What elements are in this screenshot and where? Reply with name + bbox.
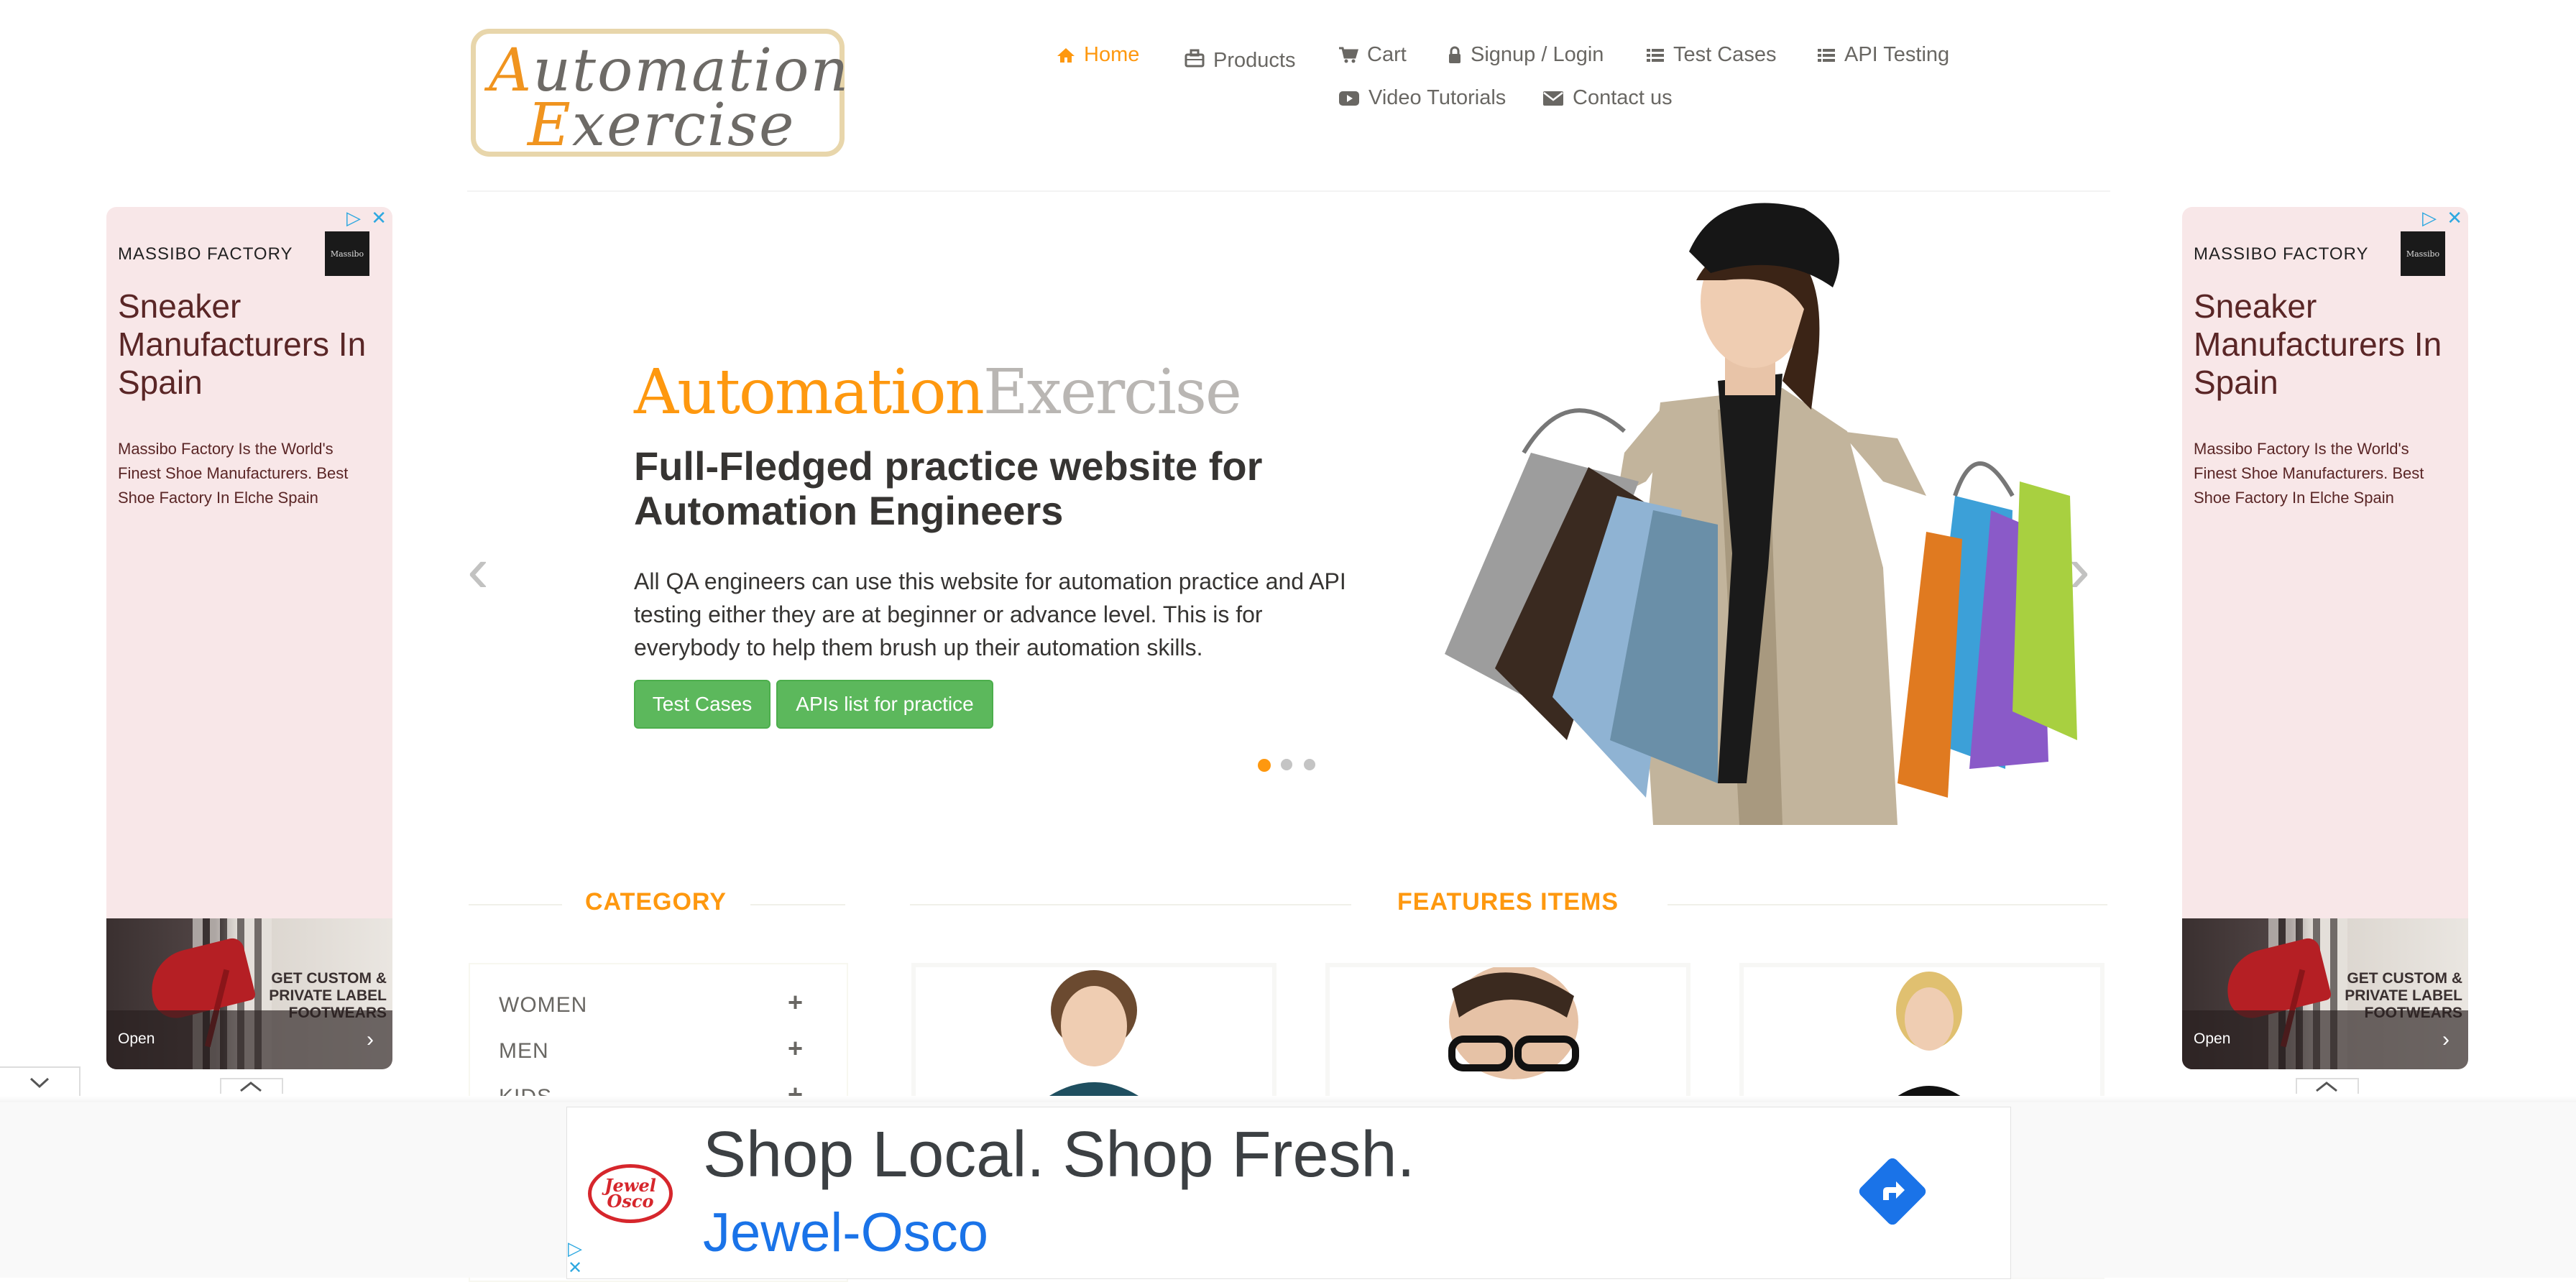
youtube-icon (1339, 91, 1359, 106)
carousel-prev-arrow[interactable]: ‹ (467, 538, 489, 602)
adchoices-icon[interactable]: ▷ (2422, 207, 2437, 229)
ad-brand: MASSIBO FACTORY (2194, 244, 2369, 264)
features-title-line-right (1668, 904, 2107, 905)
chevron-up-icon (240, 1082, 262, 1092)
ad-title[interactable]: Sneaker Manufacturers In Spain (118, 287, 377, 402)
nav-contact-us-label: Contact us (1573, 86, 1673, 109)
anchor-ad-advertiser[interactable]: Jewel-Osco (703, 1202, 988, 1264)
hero-heading: Full-Fledged practice website for Automa… (634, 443, 1263, 533)
features-title-line-left (910, 904, 1351, 905)
ad-brand-logo: Massibo (2401, 231, 2445, 276)
list-icon (1818, 48, 1835, 62)
briefcase-icon (1184, 49, 1205, 67)
carousel-indicator-2[interactable] (1281, 759, 1292, 770)
cart-icon (1339, 47, 1358, 63)
chevron-down-icon (29, 1077, 50, 1089)
close-icon[interactable]: ✕ (371, 207, 387, 229)
home-icon (1057, 47, 1075, 63)
ad-brand: MASSIBO FACTORY (118, 244, 293, 264)
ad-title[interactable]: Sneaker Manufacturers In Spain (2194, 287, 2452, 402)
ad-open-label: Open (2194, 1030, 2231, 1047)
nav-home-label: Home (1084, 43, 1140, 66)
hero-brand-title: AutomationExercise (634, 356, 1242, 428)
expand-ad-tab-right[interactable] (2296, 1078, 2359, 1094)
adchoices-icon[interactable]: ▷ (568, 1237, 582, 1260)
category-men[interactable]: MEN (499, 1039, 549, 1064)
features-title: FEATURES ITEMS (1397, 888, 1619, 916)
nav-test-cases[interactable]: Test Cases (1646, 43, 1776, 67)
nav-cart[interactable]: Cart (1338, 43, 1407, 67)
nav-api-testing-label: API Testing (1844, 43, 1950, 66)
ad-open-bar[interactable]: Open › (106, 1010, 392, 1069)
nav-api-testing[interactable]: API Testing (1817, 43, 1949, 67)
expand-ad-tab-left[interactable] (220, 1078, 283, 1094)
nav-contact-us[interactable]: Contact us (1542, 86, 1673, 110)
category-women[interactable]: WOMEN (499, 993, 587, 1018)
apis-list-button[interactable]: APIs list for practice (776, 680, 993, 729)
close-icon[interactable]: ✕ (568, 1258, 582, 1278)
nav-video-tutorials[interactable]: Video Tutorials (1338, 86, 1506, 110)
plus-icon[interactable]: + (788, 1033, 803, 1064)
chevron-right-icon: › (2442, 1028, 2450, 1051)
nav-products[interactable]: Products (1184, 43, 1295, 73)
directions-arrow-icon (1883, 1181, 1905, 1200)
list-icon (1647, 48, 1664, 62)
carousel-indicator-1[interactable] (1258, 759, 1271, 772)
nav-products-label: Products (1213, 49, 1296, 72)
plus-icon[interactable]: + (788, 987, 803, 1018)
lock-icon (1449, 46, 1460, 63)
ad-open-bar[interactable]: Open › (2182, 1010, 2468, 1069)
nav-signup-login[interactable]: Signup / Login (1448, 43, 1604, 67)
nav-signup-login-label: Signup / Login (1471, 43, 1604, 66)
nav-home[interactable]: Home (1057, 43, 1139, 67)
chevron-up-icon (2316, 1082, 2337, 1092)
site-logo[interactable]: Automation Exercise (471, 29, 848, 160)
logo-text-line2: Exercise (528, 91, 796, 160)
anchor-ad-headline[interactable]: Shop Local. Shop Fresh. (703, 1118, 1415, 1192)
ad-description: Massibo Factory Is the World's Finest Sh… (118, 440, 349, 507)
category-title-line-left (469, 904, 562, 905)
nav-cart-label: Cart (1367, 43, 1407, 66)
hero-paragraph: All QA engineers can use this website fo… (634, 568, 1346, 660)
ad-description: Massibo Factory Is the World's Finest Sh… (2194, 440, 2424, 507)
envelope-icon (1543, 91, 1563, 106)
jewel-osco-logo: Jewel Osco (588, 1164, 673, 1223)
close-icon[interactable]: ✕ (2447, 207, 2462, 229)
chevron-right-icon: › (367, 1028, 374, 1051)
header-divider (467, 190, 2110, 192)
ad-open-label: Open (118, 1030, 155, 1047)
category-title-line-right (750, 904, 845, 905)
ad-brand-logo: Massibo (325, 231, 369, 276)
test-cases-button[interactable]: Test Cases (634, 680, 770, 729)
hero-model-image (1445, 203, 2077, 825)
side-ad-right[interactable]: ▷ ✕ MASSIBO FACTORY Massibo Sneaker Manu… (2182, 207, 2468, 1069)
nav-video-tutorials-label: Video Tutorials (1368, 86, 1506, 109)
carousel-indicator-3[interactable] (1304, 759, 1315, 770)
adchoices-icon[interactable]: ▷ (346, 207, 361, 229)
nav-test-cases-label: Test Cases (1673, 43, 1777, 66)
category-title: CATEGORY (585, 888, 727, 916)
side-ad-left[interactable]: ▷ ✕ MASSIBO FACTORY Massibo Sneaker Manu… (106, 207, 392, 1069)
